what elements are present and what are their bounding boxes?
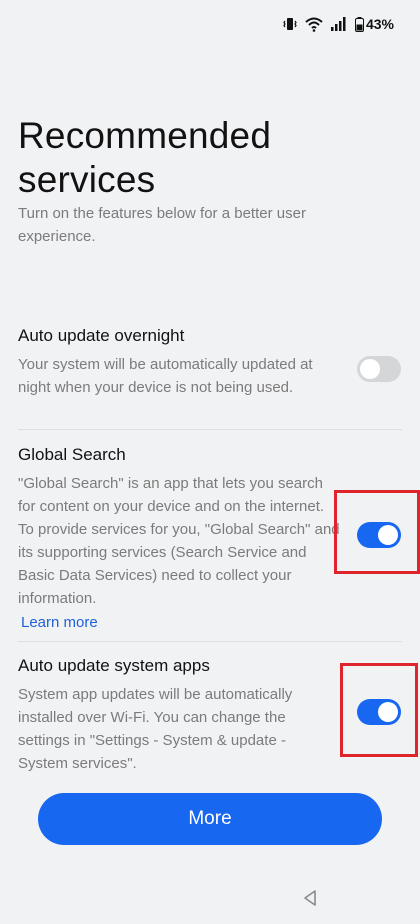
divider (18, 429, 402, 430)
status-icons: 43% (283, 16, 394, 32)
status-bar: 43% (0, 0, 420, 50)
battery-icon (354, 16, 364, 32)
toggle-knob (378, 525, 398, 545)
vibrate-icon (283, 16, 297, 32)
service-auto-update-overnight: Auto update overnight Your system will b… (18, 325, 402, 399)
page-title: Recommended services (18, 115, 272, 200)
battery-indicator: 43% (354, 16, 394, 32)
learn-more-link[interactable]: Learn more (21, 612, 98, 634)
toggle-knob (378, 702, 398, 722)
toggle-knob (360, 359, 380, 379)
battery-percent: 43% (365, 16, 394, 32)
signal-icon (330, 17, 347, 31)
divider (18, 641, 402, 642)
global-search-toggle[interactable] (357, 522, 401, 548)
service-description: Your system will be automatically update… (18, 356, 313, 396)
auto-update-system-apps-toggle[interactable] (357, 699, 401, 725)
more-button[interactable]: More (38, 793, 382, 845)
service-description: System app updates will be automatically… (18, 686, 293, 772)
service-title: Global Search (18, 445, 126, 464)
service-title: Auto update overnight (18, 326, 185, 345)
back-nav-icon[interactable] (302, 889, 318, 912)
service-description: "Global Search" is an app that lets you … (18, 475, 340, 607)
auto-update-overnight-toggle[interactable] (357, 356, 401, 382)
wifi-icon (305, 17, 323, 32)
page-subtitle: Turn on the features below for a better … (18, 205, 306, 245)
